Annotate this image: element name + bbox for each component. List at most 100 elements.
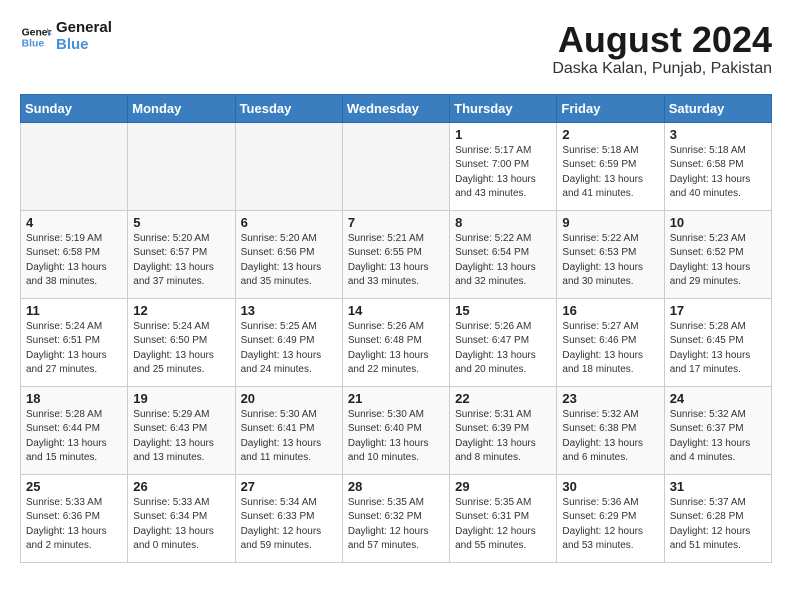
day-info: Sunrise: 5:23 AM Sunset: 6:52 PM Dayligh… (670, 232, 766, 290)
day-number: 6 (241, 215, 337, 230)
calendar-cell: 10 Sunrise: 5:23 AM Sunset: 6:52 PM Dayli… (664, 210, 771, 298)
day-info: Sunrise: 5:32 AM Sunset: 6:37 PM Dayligh… (670, 408, 766, 466)
calendar-cell: 17 Sunrise: 5:28 AM Sunset: 6:45 PM Dayli… (664, 298, 771, 386)
day-info: Sunrise: 5:21 AM Sunset: 6:55 PM Dayligh… (348, 232, 444, 290)
calendar-week-row: 1 Sunrise: 5:17 AM Sunset: 7:00 PM Daylig… (21, 122, 772, 210)
calendar-cell: 13Sunrise: 5:25 AM Sunset: 6:49 PM Dayli… (235, 298, 342, 386)
calendar-cell: 14Sunrise: 5:26 AM Sunset: 6:48 PM Dayli… (342, 298, 449, 386)
weekday-header-wednesday: Wednesday (342, 94, 449, 122)
day-info: Sunrise: 5:32 AM Sunset: 6:38 PM Dayligh… (562, 408, 658, 466)
day-number: 1 (455, 127, 551, 142)
day-info: Sunrise: 5:17 AM Sunset: 7:00 PM Dayligh… (455, 144, 551, 202)
logo-icon: General Blue (20, 21, 52, 53)
day-info: Sunrise: 5:35 AM Sunset: 6:32 PM Dayligh… (348, 496, 444, 554)
calendar-week-row: 11Sunrise: 5:24 AM Sunset: 6:51 PM Dayli… (21, 298, 772, 386)
weekday-header-saturday: Saturday (664, 94, 771, 122)
calendar-cell: 21 Sunrise: 5:30 AM Sunset: 6:40 PM Dayli… (342, 386, 449, 474)
title-block: August 2024 Daska Kalan, Punjab, Pakista… (552, 20, 772, 78)
calendar-cell: 6Sunrise: 5:20 AM Sunset: 6:56 PM Daylig… (235, 210, 342, 298)
day-number: 19 (133, 391, 229, 406)
day-info: Sunrise: 5:36 AM Sunset: 6:29 PM Dayligh… (562, 496, 658, 554)
calendar-table: SundayMondayTuesdayWednesdayThursdayFrid… (20, 94, 772, 563)
calendar-cell: 18Sunrise: 5:28 AM Sunset: 6:44 PM Dayli… (21, 386, 128, 474)
calendar-week-row: 25 Sunrise: 5:33 AM Sunset: 6:36 PM Dayli… (21, 474, 772, 562)
day-info: Sunrise: 5:26 AM Sunset: 6:47 PM Dayligh… (455, 320, 551, 378)
day-number: 21 (348, 391, 444, 406)
calendar-week-row: 18Sunrise: 5:28 AM Sunset: 6:44 PM Dayli… (21, 386, 772, 474)
calendar-cell: 20Sunrise: 5:30 AM Sunset: 6:41 PM Dayli… (235, 386, 342, 474)
month-year-title: August 2024 (552, 20, 772, 60)
day-number: 4 (26, 215, 122, 230)
day-info: Sunrise: 5:31 AM Sunset: 6:39 PM Dayligh… (455, 408, 551, 466)
calendar-cell: 30 Sunrise: 5:36 AM Sunset: 6:29 PM Dayli… (557, 474, 664, 562)
calendar-cell: 3 Sunrise: 5:18 AM Sunset: 6:58 PM Daylig… (664, 122, 771, 210)
day-number: 10 (670, 215, 766, 230)
day-number: 13 (241, 303, 337, 318)
calendar-cell: 29 Sunrise: 5:35 AM Sunset: 6:31 PM Dayli… (450, 474, 557, 562)
day-number: 16 (562, 303, 658, 318)
day-info: Sunrise: 5:30 AM Sunset: 6:40 PM Dayligh… (348, 408, 444, 466)
day-number: 12 (133, 303, 229, 318)
calendar-cell: 15 Sunrise: 5:26 AM Sunset: 6:47 PM Dayli… (450, 298, 557, 386)
weekday-header-friday: Friday (557, 94, 664, 122)
calendar-cell: 8 Sunrise: 5:22 AM Sunset: 6:54 PM Daylig… (450, 210, 557, 298)
day-number: 28 (348, 479, 444, 494)
day-number: 25 (26, 479, 122, 494)
day-info: Sunrise: 5:33 AM Sunset: 6:36 PM Dayligh… (26, 496, 122, 554)
page-header: General Blue General Blue August 2024 Da… (20, 20, 772, 78)
calendar-cell (235, 122, 342, 210)
day-number: 15 (455, 303, 551, 318)
day-info: Sunrise: 5:26 AM Sunset: 6:48 PM Dayligh… (348, 320, 444, 378)
calendar-cell: 7 Sunrise: 5:21 AM Sunset: 6:55 PM Daylig… (342, 210, 449, 298)
day-number: 30 (562, 479, 658, 494)
weekday-header-monday: Monday (128, 94, 235, 122)
day-number: 17 (670, 303, 766, 318)
calendar-cell: 22 Sunrise: 5:31 AM Sunset: 6:39 PM Dayli… (450, 386, 557, 474)
day-number: 31 (670, 479, 766, 494)
day-info: Sunrise: 5:22 AM Sunset: 6:53 PM Dayligh… (562, 232, 658, 290)
day-number: 23 (562, 391, 658, 406)
day-info: Sunrise: 5:27 AM Sunset: 6:46 PM Dayligh… (562, 320, 658, 378)
calendar-cell: 27 Sunrise: 5:34 AM Sunset: 6:33 PM Dayli… (235, 474, 342, 562)
day-info: Sunrise: 5:37 AM Sunset: 6:28 PM Dayligh… (670, 496, 766, 554)
calendar-cell: 23 Sunrise: 5:32 AM Sunset: 6:38 PM Dayli… (557, 386, 664, 474)
logo-general: General (56, 20, 112, 37)
day-info: Sunrise: 5:19 AM Sunset: 6:58 PM Dayligh… (26, 232, 122, 290)
day-number: 24 (670, 391, 766, 406)
calendar-cell: 9 Sunrise: 5:22 AM Sunset: 6:53 PM Daylig… (557, 210, 664, 298)
day-number: 9 (562, 215, 658, 230)
day-number: 3 (670, 127, 766, 142)
day-info: Sunrise: 5:22 AM Sunset: 6:54 PM Dayligh… (455, 232, 551, 290)
day-info: Sunrise: 5:18 AM Sunset: 6:58 PM Dayligh… (670, 144, 766, 202)
day-number: 29 (455, 479, 551, 494)
day-info: Sunrise: 5:28 AM Sunset: 6:45 PM Dayligh… (670, 320, 766, 378)
day-info: Sunrise: 5:34 AM Sunset: 6:33 PM Dayligh… (241, 496, 337, 554)
calendar-cell: 19 Sunrise: 5:29 AM Sunset: 6:43 PM Dayli… (128, 386, 235, 474)
calendar-cell: 16 Sunrise: 5:27 AM Sunset: 6:46 PM Dayli… (557, 298, 664, 386)
day-number: 27 (241, 479, 337, 494)
day-number: 2 (562, 127, 658, 142)
calendar-cell: 25 Sunrise: 5:33 AM Sunset: 6:36 PM Dayli… (21, 474, 128, 562)
calendar-cell: 31 Sunrise: 5:37 AM Sunset: 6:28 PM Dayli… (664, 474, 771, 562)
day-info: Sunrise: 5:29 AM Sunset: 6:43 PM Dayligh… (133, 408, 229, 466)
logo-blue: Blue (56, 37, 112, 54)
weekday-header-sunday: Sunday (21, 94, 128, 122)
svg-text:Blue: Blue (22, 38, 45, 49)
day-number: 7 (348, 215, 444, 230)
day-number: 22 (455, 391, 551, 406)
day-number: 20 (241, 391, 337, 406)
calendar-cell: 4 Sunrise: 5:19 AM Sunset: 6:58 PM Daylig… (21, 210, 128, 298)
logo: General Blue General Blue (20, 20, 112, 53)
calendar-cell (342, 122, 449, 210)
day-number: 8 (455, 215, 551, 230)
location-subtitle: Daska Kalan, Punjab, Pakistan (552, 60, 772, 78)
weekday-header-row: SundayMondayTuesdayWednesdayThursdayFrid… (21, 94, 772, 122)
calendar-cell: 5 Sunrise: 5:20 AM Sunset: 6:57 PM Daylig… (128, 210, 235, 298)
day-info: Sunrise: 5:28 AM Sunset: 6:44 PM Dayligh… (26, 408, 122, 466)
day-number: 5 (133, 215, 229, 230)
day-info: Sunrise: 5:20 AM Sunset: 6:57 PM Dayligh… (133, 232, 229, 290)
day-info: Sunrise: 5:35 AM Sunset: 6:31 PM Dayligh… (455, 496, 551, 554)
day-number: 26 (133, 479, 229, 494)
calendar-cell: 28 Sunrise: 5:35 AM Sunset: 6:32 PM Dayli… (342, 474, 449, 562)
day-info: Sunrise: 5:18 AM Sunset: 6:59 PM Dayligh… (562, 144, 658, 202)
